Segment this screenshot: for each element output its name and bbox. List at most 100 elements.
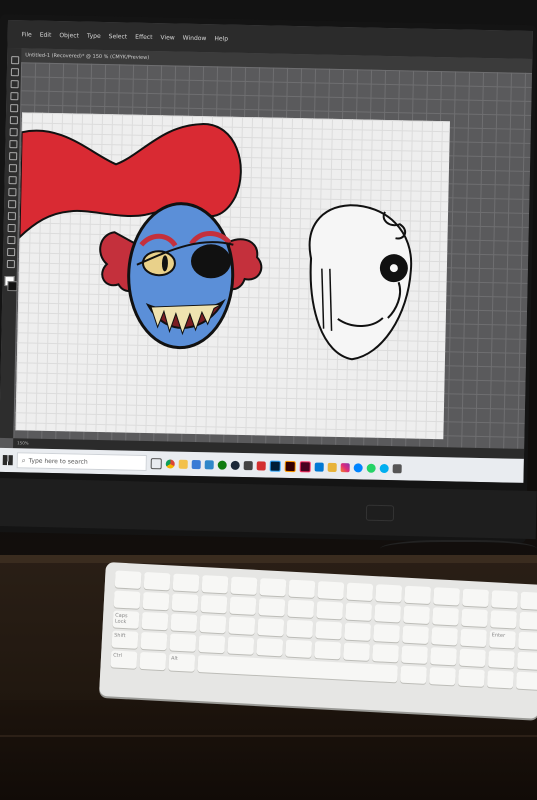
key-alt[interactable]: Alt: [168, 653, 196, 672]
photoshop-icon[interactable]: [269, 460, 281, 472]
key[interactable]: [400, 665, 427, 684]
key[interactable]: [230, 576, 258, 595]
key[interactable]: [140, 631, 168, 651]
key[interactable]: [228, 616, 256, 635]
eraser-tool-icon[interactable]: [8, 176, 17, 185]
key[interactable]: [375, 584, 403, 603]
task-view-icon[interactable]: [150, 457, 162, 469]
indesign-icon[interactable]: [299, 460, 311, 472]
key[interactable]: [460, 628, 487, 648]
key[interactable]: [518, 631, 537, 651]
document-tab[interactable]: Untitled-1 (Recovered)* @ 150 % (CMYK/Pr…: [25, 52, 149, 61]
key[interactable]: [459, 648, 486, 667]
key[interactable]: [171, 593, 199, 612]
eyedropper-tool-icon[interactable]: [7, 236, 16, 245]
key[interactable]: [114, 570, 142, 589]
key-shift[interactable]: Shift: [111, 630, 139, 649]
photos-icon[interactable]: [204, 459, 214, 469]
folder-icon[interactable]: [327, 462, 337, 472]
key[interactable]: [229, 596, 257, 615]
steam-icon[interactable]: [230, 460, 240, 470]
key[interactable]: [258, 598, 286, 617]
scale-tool-icon[interactable]: [8, 200, 17, 209]
key[interactable]: [317, 581, 345, 600]
menu-item-effect[interactable]: Effect: [135, 33, 152, 40]
zoom-status[interactable]: 150%: [17, 440, 29, 445]
key[interactable]: [139, 651, 167, 671]
key[interactable]: [519, 611, 537, 631]
key[interactable]: [462, 588, 490, 608]
pen-tool-icon[interactable]: [10, 92, 19, 101]
menu-item-file[interactable]: File: [22, 31, 32, 38]
key[interactable]: [257, 618, 285, 637]
menu-item-edit[interactable]: Edit: [40, 31, 52, 38]
windows-start-icon[interactable]: [2, 454, 13, 466]
key[interactable]: [316, 601, 344, 620]
key[interactable]: [402, 625, 430, 644]
chrome-icon[interactable]: [165, 458, 175, 469]
key[interactable]: [374, 604, 402, 623]
rectangle-tool-icon[interactable]: [9, 140, 18, 149]
key[interactable]: [143, 572, 171, 591]
shape-builder-tool-icon[interactable]: [7, 224, 16, 233]
key[interactable]: [488, 650, 515, 669]
key[interactable]: [172, 573, 200, 592]
key[interactable]: [142, 592, 170, 611]
key[interactable]: [256, 638, 284, 657]
key[interactable]: [227, 636, 255, 655]
key[interactable]: [429, 667, 456, 686]
key[interactable]: [404, 585, 432, 605]
instagram-icon[interactable]: [340, 462, 350, 472]
key[interactable]: [432, 607, 460, 626]
key[interactable]: [170, 613, 198, 632]
key[interactable]: [343, 642, 371, 661]
key[interactable]: [401, 645, 428, 664]
menu-item-type[interactable]: Type: [87, 32, 101, 39]
type-tool-icon[interactable]: [9, 116, 18, 125]
key-ctrl[interactable]: Ctrl: [110, 650, 138, 669]
key[interactable]: [286, 619, 314, 638]
key[interactable]: [491, 590, 519, 609]
key[interactable]: [288, 579, 316, 598]
key[interactable]: [461, 608, 489, 628]
key[interactable]: [490, 610, 517, 629]
hand-tool-icon[interactable]: [7, 248, 16, 257]
key[interactable]: [200, 595, 228, 614]
menu-item-help[interactable]: Help: [214, 35, 228, 42]
app-icon[interactable]: [392, 463, 402, 473]
key[interactable]: [516, 651, 537, 671]
magic-wand-tool-icon[interactable]: [10, 80, 19, 89]
key[interactable]: [486, 670, 514, 689]
skype-icon[interactable]: [379, 463, 389, 473]
artboard[interactable]: [15, 112, 450, 440]
key[interactable]: [430, 647, 457, 666]
key[interactable]: [515, 671, 537, 690]
key[interactable]: [259, 578, 287, 597]
key[interactable]: [113, 590, 141, 609]
taskbar-search-box[interactable]: ⌕ Type here to search: [16, 452, 147, 472]
stroke-swatch[interactable]: [7, 281, 18, 292]
xbox-icon[interactable]: [217, 459, 227, 470]
key[interactable]: [199, 615, 227, 634]
messenger-icon[interactable]: [353, 462, 363, 473]
key[interactable]: [373, 624, 401, 643]
key[interactable]: [314, 641, 342, 660]
key[interactable]: [345, 602, 373, 621]
selection-tool-icon[interactable]: [11, 56, 20, 65]
paintbrush-tool-icon[interactable]: [9, 152, 18, 161]
zoom-tool-icon[interactable]: [6, 260, 15, 269]
key[interactable]: [287, 599, 315, 618]
key[interactable]: [315, 621, 343, 640]
media-icon[interactable]: [243, 460, 253, 470]
key[interactable]: [403, 605, 431, 624]
key[interactable]: [372, 644, 400, 663]
key[interactable]: [141, 611, 169, 631]
line-tool-icon[interactable]: [9, 128, 18, 137]
key[interactable]: [346, 582, 374, 601]
key[interactable]: [344, 622, 372, 641]
explorer-icon[interactable]: [178, 459, 188, 469]
key[interactable]: [433, 587, 461, 606]
store-icon[interactable]: [191, 459, 201, 469]
key[interactable]: [198, 634, 226, 654]
menu-item-select[interactable]: Select: [109, 33, 128, 40]
